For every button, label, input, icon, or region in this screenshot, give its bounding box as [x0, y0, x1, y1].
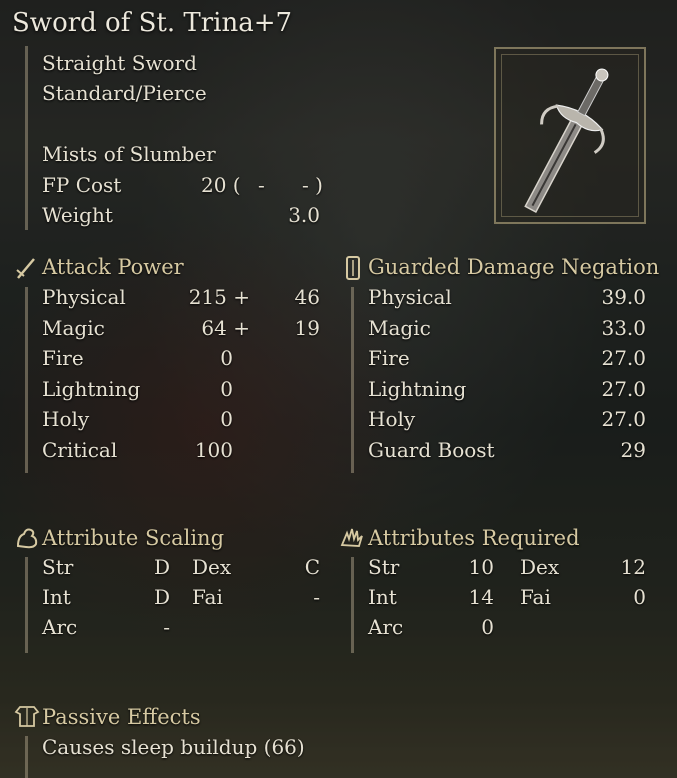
attack-base-fire: 0	[220, 346, 233, 370]
skill-name: Mists of Slumber	[42, 142, 216, 166]
scaling-value-dex: C	[304, 555, 320, 579]
fp-cost-value: 20 (	[201, 173, 241, 197]
attack-label-physical: Physical	[42, 285, 126, 309]
guard-label-fire: Fire	[368, 346, 410, 370]
required-label-dex: Dex	[520, 555, 560, 579]
guard-label-holy: Holy	[368, 407, 416, 431]
straight-sword-icon	[524, 68, 609, 213]
attack-base-lightning: 0	[220, 377, 233, 401]
required-label-str: Str	[368, 555, 400, 579]
required-value-str: 10	[468, 555, 494, 579]
item-image-frame	[494, 47, 646, 224]
guard-value-fire: 27.0	[601, 346, 646, 370]
sword-icon	[16, 258, 35, 279]
item-name: Sword of St. Trina+7	[12, 8, 293, 38]
attack-label-lightning: Lightning	[42, 377, 141, 401]
armor-icon	[14, 706, 40, 727]
attack-base-critical: 100	[194, 438, 233, 462]
attack-base-magic: 64 +	[201, 316, 250, 340]
attributes-required-header: Attributes Required	[368, 526, 580, 550]
guard-value-holy: 27.0	[601, 407, 646, 431]
guard-label-guard-boost: Guard Boost	[368, 438, 495, 462]
section-divider	[25, 557, 28, 653]
arm-icon	[16, 528, 38, 549]
guard-value-magic: 33.0	[601, 316, 646, 340]
scaling-value-arc: -	[163, 615, 170, 639]
required-label-fai: Fai	[520, 585, 551, 609]
guard-value-guard-boost: 29	[620, 438, 646, 462]
damage-type: Standard/Pierce	[42, 81, 207, 105]
section-divider	[25, 46, 28, 230]
fp-cost-label: FP Cost	[42, 173, 122, 197]
scaling-value-str: D	[153, 555, 170, 579]
attack-base-holy: 0	[220, 407, 233, 431]
scaling-label-dex: Dex	[192, 555, 232, 579]
guard-label-magic: Magic	[368, 316, 431, 340]
scaling-value-int: D	[153, 585, 170, 609]
shield-icon	[346, 256, 360, 280]
fp-cost-dash: - )	[302, 173, 323, 197]
guard-value-physical: 39.0	[601, 285, 646, 309]
attribute-scaling-header: Attribute Scaling	[42, 526, 225, 550]
passive-effect-text: Causes sleep buildup (66)	[42, 735, 305, 759]
required-value-arc: 0	[481, 615, 494, 639]
attack-power-header: Attack Power	[42, 255, 184, 279]
attack-label-critical: Critical	[42, 438, 118, 462]
attack-bonus-physical: 46	[294, 285, 320, 309]
attack-label-holy: Holy	[42, 407, 90, 431]
attack-bonus-magic: 19	[294, 316, 320, 340]
weight-label: Weight	[42, 203, 113, 227]
scaling-label-arc: Arc	[42, 615, 78, 639]
guard-label-lightning: Lightning	[368, 377, 467, 401]
guard-value-lightning: 27.0	[601, 377, 646, 401]
scaling-label-str: Str	[42, 555, 74, 579]
weight-value: 3.0	[288, 203, 320, 227]
required-value-dex: 12	[620, 555, 646, 579]
scaling-value-fai: -	[313, 585, 320, 609]
scaling-label-int: Int	[42, 585, 71, 609]
section-divider	[351, 287, 354, 473]
attack-label-magic: Magic	[42, 316, 105, 340]
hand-icon	[340, 528, 363, 547]
weapon-type: Straight Sword	[42, 51, 197, 75]
attack-label-fire: Fire	[42, 346, 84, 370]
required-label-arc: Arc	[368, 615, 404, 639]
guarded-negation-header: Guarded Damage Negation	[368, 255, 660, 279]
section-divider	[25, 736, 28, 778]
required-value-fai: 0	[633, 585, 646, 609]
required-label-int: Int	[368, 585, 397, 609]
guard-label-physical: Physical	[368, 285, 452, 309]
required-value-int: 14	[468, 585, 494, 609]
scaling-label-fai: Fai	[192, 585, 223, 609]
section-divider	[351, 557, 354, 653]
attack-base-physical: 215 +	[188, 285, 250, 309]
section-divider	[25, 287, 28, 473]
fp-cost-dash: -	[258, 173, 265, 197]
passive-effects-header: Passive Effects	[42, 705, 201, 729]
